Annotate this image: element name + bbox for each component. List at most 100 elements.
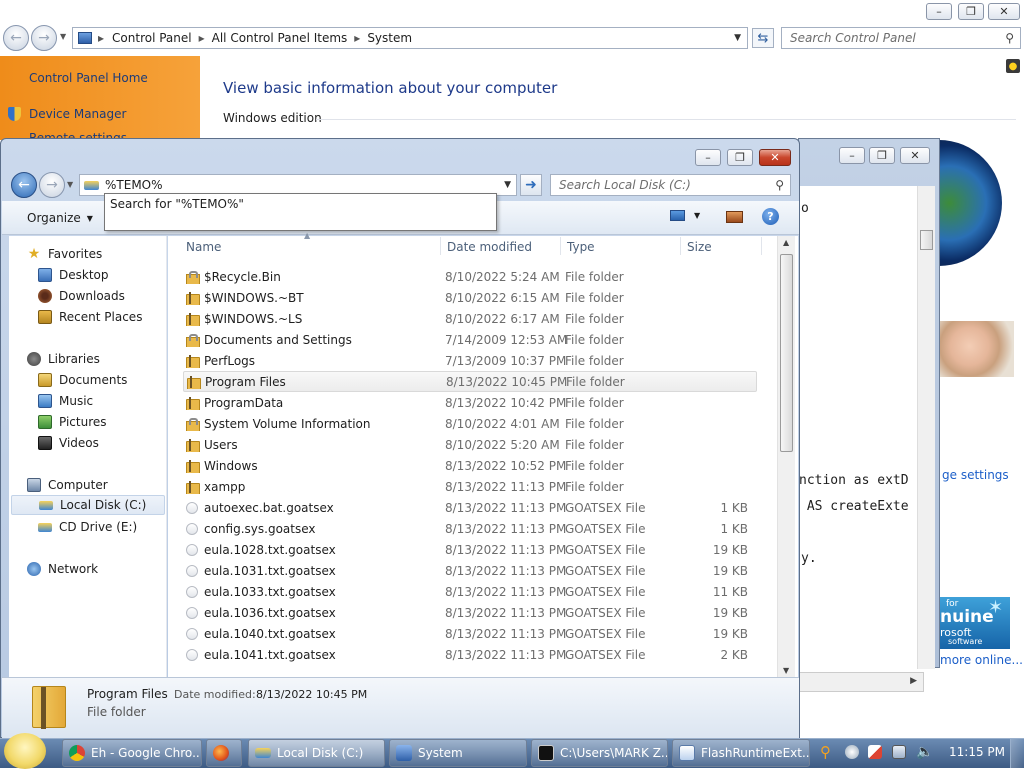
organize-button[interactable]: Organize ▼ bbox=[27, 211, 93, 225]
cp-address-bar[interactable]: ▸ Control Panel ▸ All Control Panel Item… bbox=[72, 27, 748, 49]
file-list-scrollbar[interactable]: ▲ ▼ bbox=[777, 236, 795, 677]
file-icon bbox=[186, 627, 198, 640]
folder-icon bbox=[186, 480, 200, 494]
column-divider[interactable] bbox=[761, 237, 762, 255]
address-autocomplete[interactable]: Search for "%TEMO%" bbox=[104, 193, 497, 231]
cp-search-input[interactable]: Search Control Panel ⚲ bbox=[781, 27, 1021, 49]
cell-type: File folder bbox=[565, 437, 624, 452]
scroll-down-icon[interactable]: ▼ bbox=[783, 666, 789, 675]
table-row[interactable]: Documents and Settings 7/14/2009 12:53 AM… bbox=[183, 329, 757, 350]
table-row[interactable]: ProgramData 8/13/2022 10:42 PM File folder bbox=[183, 392, 757, 413]
column-divider[interactable] bbox=[560, 237, 561, 255]
cell-name: eula.1040.txt.goatsex bbox=[183, 627, 445, 641]
table-row[interactable]: PerfLogs 7/13/2009 10:37 PM File folder bbox=[183, 350, 757, 371]
explorer-search-input[interactable]: Search Local Disk (C:) ⚲ bbox=[550, 174, 791, 196]
scroll-up-icon[interactable]: ▲ bbox=[783, 238, 789, 247]
column-header-type[interactable]: Type bbox=[567, 240, 595, 254]
table-row[interactable]: eula.1041.txt.goatsex 8/13/2022 11:13 PM G… bbox=[183, 644, 757, 665]
autocomplete-item[interactable]: Search for "%TEMO%" bbox=[110, 197, 244, 211]
taskbar-item-chrome[interactable]: Eh - Google Chro... bbox=[62, 739, 202, 767]
view-options-button[interactable]: ▼ bbox=[670, 210, 700, 221]
explorer-back-button[interactable]: ← bbox=[11, 172, 37, 198]
table-row[interactable]: eula.1033.txt.goatsex 8/13/2022 11:13 PM G… bbox=[183, 581, 757, 602]
cell-size: 2 KB bbox=[720, 647, 748, 662]
breadcrumb-all-items[interactable]: All Control Panel Items bbox=[212, 31, 348, 45]
editor-scrollbar[interactable] bbox=[917, 186, 935, 669]
editor-text-area[interactable]: o nction as extD AS createExte y. bbox=[799, 186, 917, 669]
table-row[interactable]: $WINDOWS.~BT 8/10/2022 6:15 AM File folder bbox=[183, 287, 757, 308]
cp-close-button[interactable]: ✕ bbox=[988, 3, 1020, 20]
taskbar-item-label: C:\Users\MARK Z... bbox=[560, 746, 668, 760]
clock[interactable]: 11:15 PM bbox=[949, 745, 1005, 759]
explorer-history-chevron-icon[interactable]: ▼ bbox=[67, 180, 73, 189]
taskbar-item-flashruntime[interactable]: FlashRuntimeExt... bbox=[672, 739, 810, 767]
table-row[interactable]: $Recycle.Bin 8/10/2022 5:24 AM File folder bbox=[183, 266, 757, 287]
table-row[interactable]: $WINDOWS.~LS 8/10/2022 6:17 AM File folder bbox=[183, 308, 757, 329]
table-row[interactable]: eula.1040.txt.goatsex 8/13/2022 11:13 PM G… bbox=[183, 623, 757, 644]
column-divider[interactable] bbox=[440, 237, 441, 255]
taskbar-item-label: Eh - Google Chro... bbox=[91, 746, 202, 760]
search-icon: ⚲ bbox=[1005, 31, 1014, 45]
cp-back-button[interactable]: ← bbox=[3, 25, 29, 51]
explorer-minimize-button[interactable]: – bbox=[695, 149, 721, 166]
table-row[interactable]: Windows 8/13/2022 10:52 PM File folder bbox=[183, 455, 757, 476]
table-row[interactable]: autoexec.bat.goatsex 8/13/2022 11:13 PM GO… bbox=[183, 497, 757, 518]
column-header-name[interactable]: Name bbox=[186, 240, 221, 254]
taskbar-item-cmd[interactable]: C:\Users\MARK Z... bbox=[531, 739, 668, 767]
address-dropdown-icon[interactable]: ▼ bbox=[734, 33, 741, 43]
cp-refresh-icon[interactable]: ⇆ bbox=[752, 28, 774, 48]
tray-network-icon[interactable] bbox=[892, 745, 906, 759]
details-type: File folder bbox=[87, 705, 146, 719]
address-dropdown-icon[interactable]: ▼ bbox=[504, 180, 511, 190]
file-list-scroll-thumb[interactable] bbox=[780, 254, 793, 452]
cp-history-chevron-icon[interactable]: ▼ bbox=[60, 32, 66, 41]
cp-more-online-link[interactable]: more online... bbox=[940, 653, 1023, 667]
column-divider[interactable] bbox=[680, 237, 681, 255]
nav-favorites[interactable]: ★ Favorites bbox=[27, 244, 166, 264]
breadcrumb-control-panel[interactable]: Control Panel bbox=[112, 31, 192, 45]
folder-icon bbox=[186, 312, 200, 326]
table-row[interactable]: Users 8/10/2022 5:20 AM File folder bbox=[183, 434, 757, 455]
editor-close-button[interactable]: ✕ bbox=[900, 147, 930, 164]
table-row[interactable]: xampp 8/13/2022 11:13 PM File folder bbox=[183, 476, 757, 497]
locked-folder-icon bbox=[186, 270, 200, 284]
explorer-forward-button[interactable]: → bbox=[39, 172, 65, 198]
scroll-right-icon[interactable]: ▶ bbox=[910, 676, 917, 686]
chevron-down-icon: ▼ bbox=[86, 213, 93, 223]
show-desktop-button[interactable] bbox=[1010, 739, 1024, 768]
table-row[interactable]: eula.1036.txt.goatsex 8/13/2022 11:13 PM G… bbox=[183, 602, 757, 623]
help-button[interactable]: ? bbox=[762, 208, 779, 225]
editor-minimize-button[interactable]: – bbox=[839, 147, 865, 164]
table-row[interactable]: eula.1031.txt.goatsex 8/13/2022 11:13 PM G… bbox=[183, 560, 757, 581]
editor-restore-button[interactable]: ❐ bbox=[869, 147, 895, 164]
table-row[interactable]: eula.1028.txt.goatsex 8/13/2022 11:13 PM G… bbox=[183, 539, 757, 560]
help-icon[interactable]: ● bbox=[1006, 59, 1020, 73]
go-arrow-icon[interactable]: ➜ bbox=[520, 174, 542, 196]
table-row[interactable]: System Volume Information 8/10/2022 4:01 … bbox=[183, 413, 757, 434]
column-header-date[interactable]: Date modified bbox=[447, 240, 532, 254]
tray-search-icon[interactable]: ⚲ bbox=[820, 745, 834, 760]
cp-forward-button[interactable]: → bbox=[31, 25, 57, 51]
cp-restore-button[interactable]: ❐ bbox=[958, 3, 984, 20]
search-icon: ⚲ bbox=[775, 178, 784, 192]
cp-home-link[interactable]: Control Panel Home bbox=[29, 71, 148, 85]
tray-app-icon[interactable] bbox=[845, 745, 859, 759]
tray-volume-icon[interactable]: 🔈 bbox=[916, 745, 933, 759]
explorer-close-button[interactable]: ✕ bbox=[759, 149, 791, 166]
table-row[interactable]: Program Files 8/13/2022 10:45 PM File fold… bbox=[183, 371, 757, 392]
preview-pane-button[interactable] bbox=[726, 211, 743, 223]
cp-change-settings-link[interactable]: ge settings bbox=[942, 468, 1009, 482]
editor-scroll-thumb[interactable] bbox=[920, 230, 933, 250]
taskbar-item-firefox[interactable] bbox=[206, 739, 242, 767]
taskbar-item-local-disk[interactable]: Local Disk (C:) bbox=[248, 739, 385, 767]
tray-flag-icon[interactable] bbox=[868, 745, 882, 759]
explorer-maximize-button[interactable]: ❐ bbox=[727, 149, 753, 166]
table-row[interactable]: config.sys.goatsex 8/13/2022 11:13 PM GOAT… bbox=[183, 518, 757, 539]
breadcrumb-system[interactable]: System bbox=[367, 31, 412, 45]
editor-hscrollbar[interactable]: ▶ bbox=[798, 672, 924, 692]
column-header-size[interactable]: Size bbox=[687, 240, 712, 254]
taskbar-item-system[interactable]: System bbox=[389, 739, 527, 767]
cp-device-manager-link[interactable]: Device Manager bbox=[29, 107, 126, 121]
cp-minimize-button[interactable]: – bbox=[926, 3, 952, 20]
start-button[interactable] bbox=[4, 733, 46, 769]
